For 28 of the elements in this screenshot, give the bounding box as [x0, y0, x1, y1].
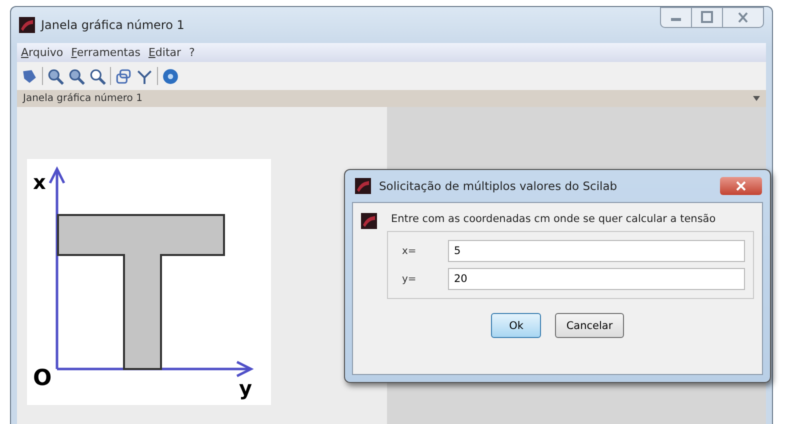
- input-field[interactable]: 20: [448, 268, 745, 290]
- rotate-icon[interactable]: [21, 68, 38, 84]
- app-logo-icon: [19, 17, 35, 33]
- dialog-title: Solicitação de múltiplos valores do Scilab: [379, 179, 618, 193]
- origin-label: O: [33, 366, 52, 391]
- app-logo-icon: [355, 178, 371, 194]
- window-title: Janela gráfica número 1: [41, 18, 186, 32]
- zoom-out-icon[interactable]: [68, 68, 85, 84]
- ok-button[interactable]: Ok: [491, 313, 542, 338]
- menu-item[interactable]: ?: [189, 46, 195, 59]
- close-icon: [736, 181, 746, 191]
- close-button[interactable]: [720, 177, 762, 195]
- input-field[interactable]: 5: [448, 240, 745, 262]
- axis-label: y: [239, 376, 252, 400]
- menu-item[interactable]: Editar: [148, 46, 182, 59]
- zoom-in-icon[interactable]: [47, 68, 64, 84]
- field-label: x=: [401, 246, 418, 256]
- panel-title: Janela gráfica número 1: [23, 93, 142, 104]
- axis-label: x: [33, 170, 46, 194]
- rotate-box-icon[interactable]: [115, 68, 132, 84]
- menu-item[interactable]: Ferramentas: [71, 46, 140, 59]
- app-logo-icon: [361, 213, 377, 229]
- dropdown-icon[interactable]: [753, 96, 760, 101]
- cancel-button[interactable]: Cancelar: [555, 313, 624, 338]
- menu-item[interactable]: Arquivo: [21, 46, 64, 59]
- field-label: y=: [401, 274, 418, 284]
- magnifier-icon[interactable]: [89, 68, 106, 84]
- dialog-message: Entre com as coordenadas cm onde se quer calcular a tensão: [391, 213, 716, 225]
